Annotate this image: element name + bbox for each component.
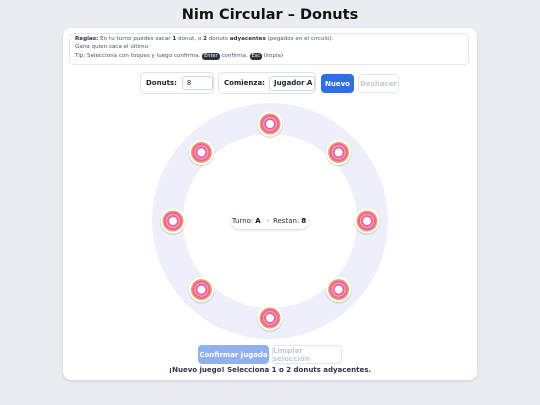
remaining-label: Restan:: [272, 216, 300, 225]
turn-label: Turno:: [231, 216, 254, 225]
donut[interactable]: [325, 277, 352, 304]
donut[interactable]: [257, 305, 283, 333]
separator: ·: [266, 216, 269, 225]
donut[interactable]: [188, 277, 215, 304]
donut[interactable]: [160, 208, 186, 236]
donut-board: [152, 103, 388, 339]
turn-indicator: Turno: A · Restan: 8: [231, 212, 309, 229]
donut[interactable]: [257, 111, 283, 139]
turn-value: A: [255, 216, 261, 225]
remaining-value: 8: [301, 216, 307, 225]
donut[interactable]: [188, 139, 215, 167]
status-message: ¡Nuevo juego! Selecciona 1 o 2 donuts ad…: [168, 366, 372, 374]
clear-selection-button[interactable]: Limpiar selección: [272, 345, 342, 364]
confirm-move-button[interactable]: Confirmar jugada: [198, 345, 269, 364]
donut[interactable]: [325, 139, 352, 167]
donut[interactable]: [354, 208, 380, 236]
